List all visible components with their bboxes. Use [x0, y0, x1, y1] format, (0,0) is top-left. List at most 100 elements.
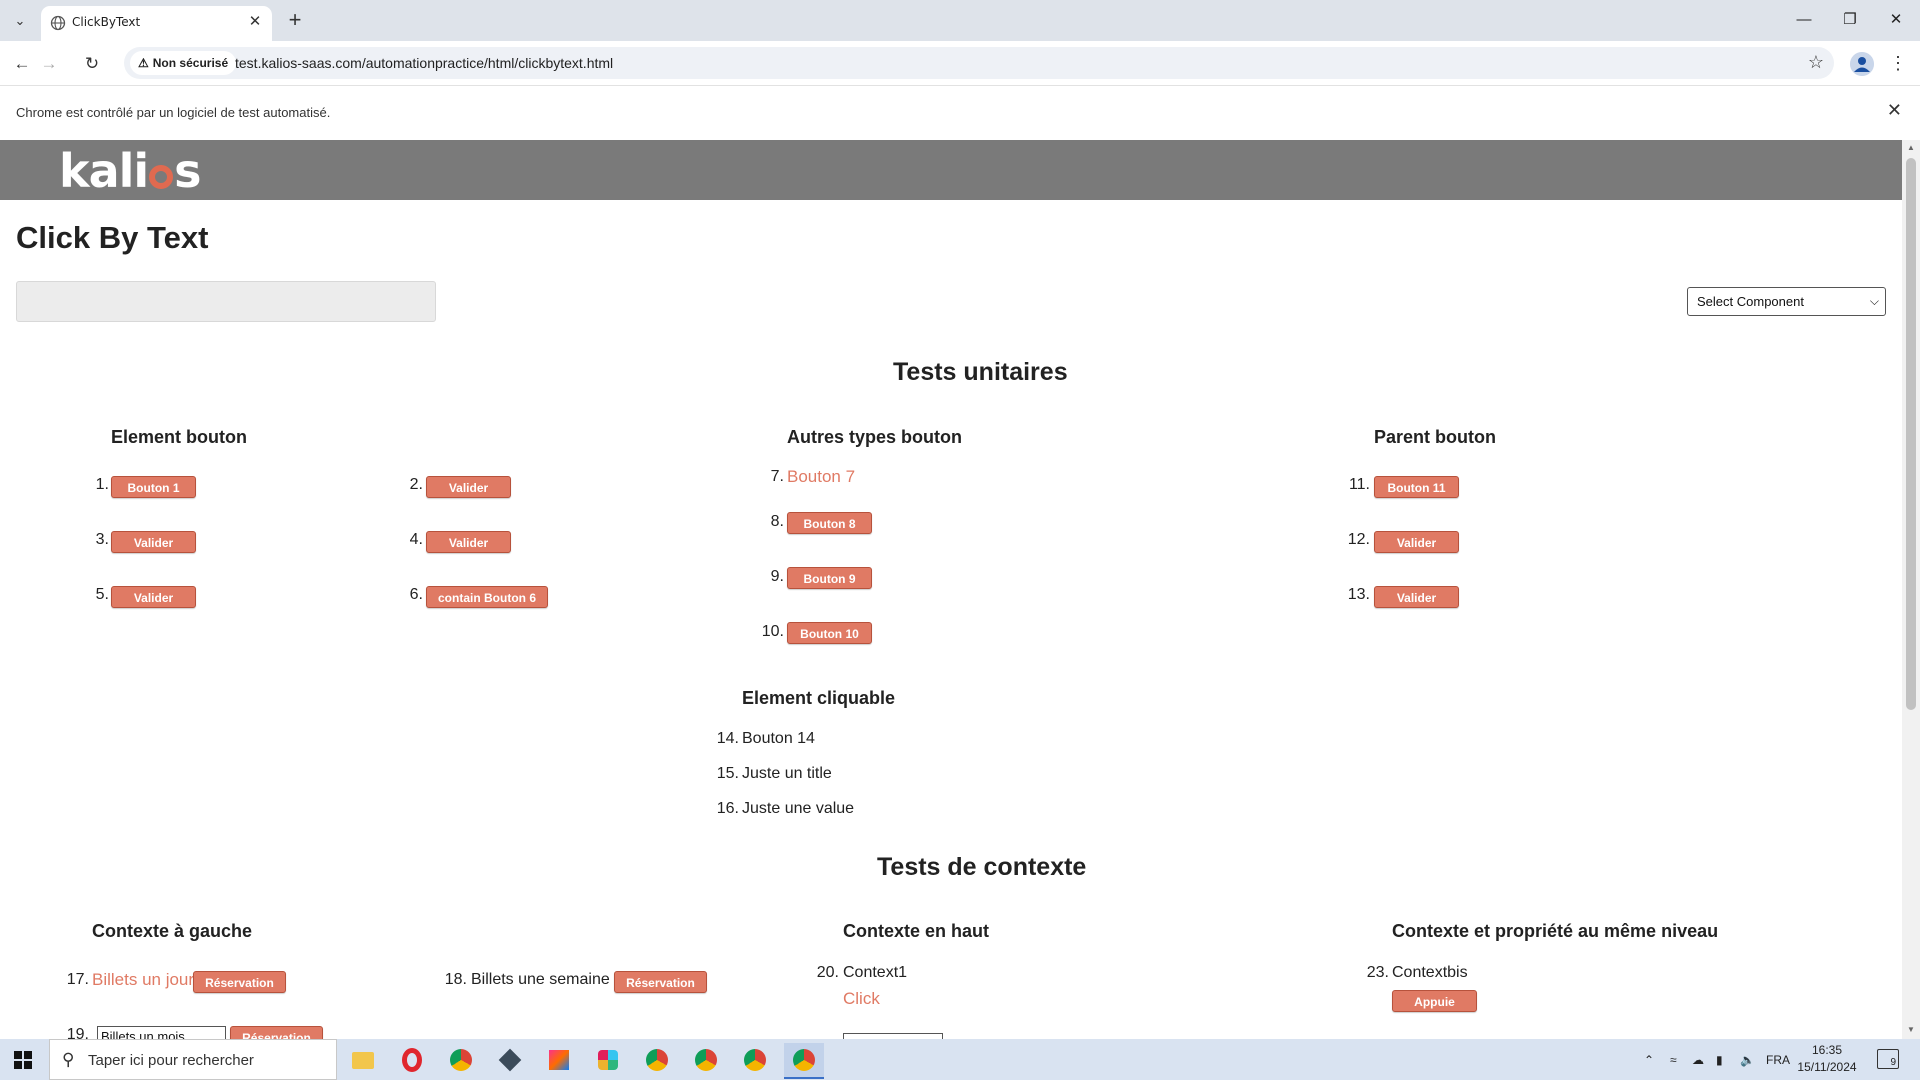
reservation-button-17[interactable]: Réservation	[193, 971, 286, 993]
contain-bouton-6-button[interactable]: contain Bouton 6	[426, 586, 548, 608]
clock-time: 16:35	[1811, 1043, 1843, 1057]
bouton-8-button[interactable]: Bouton 8	[787, 512, 872, 534]
chrome-icon-2[interactable]	[686, 1043, 726, 1077]
billets-un-jour-link[interactable]: Billets un jour	[92, 970, 194, 990]
item-number: 13.	[1347, 586, 1370, 603]
infobar-close-icon[interactable]: ✕	[1887, 100, 1902, 121]
chevron-down-icon: ⌵	[1869, 294, 1879, 308]
restore-button[interactable]: ❐	[1830, 8, 1870, 32]
item-number: 10.	[761, 623, 784, 640]
kalios-logo[interactable]: kali s	[59, 144, 202, 198]
item-number: 5.	[95, 586, 109, 603]
bouton-9-button[interactable]: Bouton 9	[787, 567, 872, 589]
tab-title: ClickByText	[72, 15, 141, 29]
network-icon[interactable]: ≈	[1670, 1039, 1677, 1080]
billets-une-semaine-text: Billets une semaine	[471, 971, 610, 988]
site-header: kali s	[0, 140, 1902, 200]
onedrive-icon[interactable]: ☁	[1692, 1039, 1704, 1080]
reservation-button-19[interactable]: Réservation	[230, 1026, 323, 1039]
bouton-7-link[interactable]: Bouton 7	[787, 467, 855, 487]
item-number: 17.	[66, 971, 89, 988]
reload-icon[interactable]: ↻	[79, 51, 105, 77]
tray-chevron-up-icon[interactable]: ⌃	[1644, 1039, 1654, 1080]
appuie-button[interactable]: Appuie	[1392, 990, 1477, 1012]
select-component-value: Select Component	[1697, 294, 1804, 309]
valider-button-5[interactable]: Valider	[111, 586, 196, 608]
volume-icon[interactable]: 🔈	[1740, 1039, 1755, 1080]
logo-text-left: kali	[59, 144, 149, 198]
contextbis-text: Contextbis	[1392, 964, 1468, 981]
valider-button-2[interactable]: Valider	[426, 476, 511, 498]
infobar-text: Chrome est contrôlé par un logiciel de t…	[16, 105, 331, 120]
item-number: 2.	[409, 476, 423, 493]
item-number: 19.	[66, 1026, 89, 1039]
back-arrow-icon[interactable]: ←	[9, 51, 35, 77]
profile-avatar-icon[interactable]	[1850, 52, 1874, 76]
windows-start-icon[interactable]	[0, 1039, 46, 1080]
item-number: 9.	[770, 568, 784, 585]
contexte-haut-heading: Contexte en haut	[843, 921, 990, 941]
valider-button-13[interactable]: Valider	[1374, 586, 1459, 608]
taskbar-search[interactable]: ⚲ Taper ici pour rechercher	[49, 1039, 337, 1080]
close-window-button[interactable]: ✕	[1876, 8, 1916, 32]
reservation-button-18[interactable]: Réservation	[614, 971, 707, 993]
valider-button-4[interactable]: Valider	[426, 531, 511, 553]
intellij-icon[interactable]	[539, 1043, 579, 1077]
item-number: 12.	[1347, 531, 1370, 548]
billets-un-mois-input[interactable]	[97, 1026, 226, 1039]
bouton-14-clickable[interactable]: Bouton 14	[742, 730, 815, 748]
valider-button-12[interactable]: Valider	[1374, 531, 1459, 553]
file-explorer-icon[interactable]	[343, 1043, 383, 1077]
tab-search-chevron-icon[interactable]: ⌄	[8, 9, 32, 33]
language-indicator[interactable]: FRA	[1766, 1039, 1790, 1080]
search-icon: ⚲	[62, 1050, 75, 1069]
item-number: 18.	[444, 971, 467, 988]
automation-infobar: Chrome est contrôlé par un logiciel de t…	[0, 86, 1920, 141]
context-tests-heading: Tests de contexte	[877, 853, 1087, 881]
chrome-icon-1[interactable]	[637, 1043, 677, 1077]
select-component-dropdown[interactable]: Select Component ⌵	[1687, 287, 1886, 316]
item-number: 7.	[770, 468, 784, 485]
bouton-1-button[interactable]: Bouton 1	[111, 476, 196, 498]
url-text[interactable]: test.kalios-saas.com/automationpractice/…	[235, 55, 613, 71]
opera-icon[interactable]	[392, 1043, 432, 1077]
page-scrollbar[interactable]: ▲ ▼	[1902, 140, 1920, 1039]
battery-icon[interactable]: ▮	[1716, 1039, 1723, 1080]
windows-logo-icon	[14, 1050, 32, 1069]
element-bouton-heading: Element bouton	[111, 427, 247, 447]
chrome-m-icon[interactable]	[441, 1043, 481, 1077]
juste-un-title-clickable[interactable]: Juste un title	[742, 765, 832, 783]
search-input[interactable]	[16, 281, 436, 322]
globe-icon	[50, 15, 66, 31]
bookmark-star-icon[interactable]: ☆	[1808, 52, 1824, 73]
bouton-11-button[interactable]: Bouton 11	[1374, 476, 1459, 498]
chrome-icon-active[interactable]	[784, 1043, 824, 1079]
forward-arrow-icon[interactable]: →	[36, 51, 62, 77]
taskbar-clock[interactable]: 16:35 15/11/2024	[1794, 1042, 1860, 1076]
element-cliquable-heading: Element cliquable	[742, 688, 896, 708]
juste-une-value-clickable[interactable]: Juste une value	[742, 800, 854, 818]
notification-center-icon[interactable]: 9	[1877, 1049, 1899, 1069]
contexte-gauche-heading: Contexte à gauche	[92, 921, 253, 941]
address-bar[interactable]: ⚠ Non sécurisé test.kalios-saas.com/auto…	[124, 47, 1834, 79]
git-tool-icon[interactable]	[490, 1043, 530, 1077]
valider-button-3[interactable]: Valider	[111, 531, 196, 553]
item-number: 11.	[1348, 476, 1370, 493]
item-number: 15.	[716, 765, 739, 782]
browser-tab-active[interactable]: ClickByText ✕	[41, 6, 272, 41]
minimize-button[interactable]: —	[1784, 8, 1824, 32]
scroll-down-arrow-icon[interactable]: ▼	[1906, 1025, 1916, 1035]
security-chip[interactable]: ⚠ Non sécurisé	[130, 51, 237, 75]
chrome-icon-3[interactable]	[735, 1043, 775, 1077]
scroll-up-arrow-icon[interactable]: ▲	[1906, 143, 1916, 153]
item-number: 4.	[409, 531, 423, 548]
tab-close-icon[interactable]: ✕	[246, 13, 264, 31]
slack-icon[interactable]	[588, 1043, 628, 1077]
browser-toolbar: ← → ↻ ⚠ Non sécurisé test.kalios-saas.co…	[0, 41, 1920, 86]
more-menu-icon[interactable]: ⋮	[1888, 51, 1908, 75]
new-tab-button[interactable]: +	[282, 8, 308, 34]
scrollbar-thumb[interactable]	[1906, 158, 1916, 710]
unit-tests-heading: Tests unitaires	[893, 358, 1068, 386]
click-link[interactable]: Click	[843, 989, 880, 1009]
bouton-10-button[interactable]: Bouton 10	[787, 622, 872, 644]
